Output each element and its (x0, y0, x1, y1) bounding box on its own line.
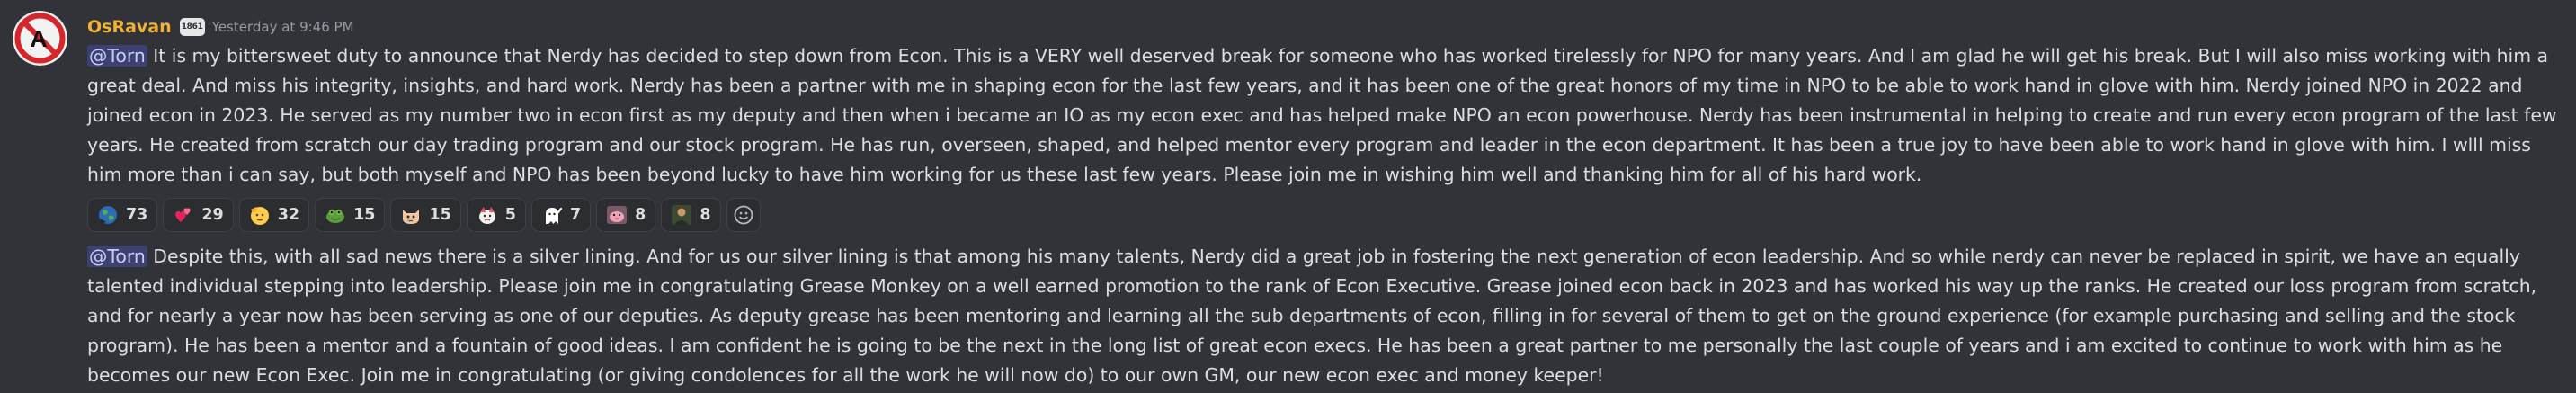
reaction-waving-ghost[interactable]: 7 (530, 198, 592, 232)
message-text-1: It is my bittersweet duty to announce th… (87, 45, 2557, 185)
reaction-count: 15 (429, 206, 451, 224)
reaction-frog[interactable]: 15 (315, 198, 386, 232)
no-symbol-avatar-icon (13, 11, 67, 66)
reaction-character-portrait[interactable]: 8 (661, 198, 721, 232)
reaction-count: 8 (635, 206, 646, 224)
reaction-saluting-face[interactable]: 32 (238, 198, 310, 232)
hearts-emoji-icon (175, 208, 191, 222)
chat-message: OsRavan 1861 Yesterday at 9:46 PM @Torn … (0, 0, 2576, 393)
frog-emoji-icon (326, 209, 345, 223)
reaction-crying-cat[interactable]: 15 (390, 198, 461, 232)
reaction-globe[interactable]: 73 (87, 198, 158, 232)
waving-ghost-emoji-icon (545, 207, 563, 224)
reaction-count: 15 (353, 206, 376, 224)
message-timestamp[interactable]: Yesterday at 9:46 PM (212, 19, 354, 35)
message-body-1: @Torn It is my bittersweet duty to annou… (87, 41, 2558, 190)
avatar[interactable] (13, 11, 67, 66)
reaction-hearts[interactable]: 29 (163, 198, 234, 232)
sad-creature-emoji-icon (478, 207, 495, 224)
add-reaction-button[interactable] (726, 198, 761, 232)
globe-emoji-icon (99, 206, 117, 224)
reaction-sad-creature[interactable]: 5 (466, 198, 526, 232)
message-header: OsRavan 1861 Yesterday at 9:46 PM (87, 13, 2558, 41)
add-reaction-smiley-icon (734, 205, 753, 225)
reaction-count: 73 (126, 206, 148, 224)
reaction-pink-creature[interactable]: 8 (596, 198, 656, 232)
reaction-count: 8 (700, 206, 711, 224)
saluting-face-emoji-icon (250, 207, 269, 225)
reaction-count: 5 (504, 206, 516, 224)
reaction-count: 7 (569, 206, 582, 224)
message-text-2: Despite this, with all sad news there is… (87, 246, 2537, 386)
pink-creature-emoji-icon (607, 206, 628, 224)
user-mention[interactable]: @Torn (87, 45, 147, 67)
username[interactable]: OsRavan (87, 17, 172, 37)
message-body-2: @Torn Despite this, with all sad news th… (87, 242, 2558, 390)
reaction-bar: 73 29 32 15 15 5 7 8 8 (87, 197, 2558, 233)
reaction-count: 32 (277, 206, 300, 224)
reaction-count: 29 (201, 206, 224, 224)
character-portrait-emoji-icon (672, 205, 692, 225)
clan-tag-badge[interactable]: 1861 (179, 18, 205, 36)
user-mention[interactable]: @Torn (87, 246, 147, 267)
crying-cat-emoji-icon (403, 210, 420, 224)
